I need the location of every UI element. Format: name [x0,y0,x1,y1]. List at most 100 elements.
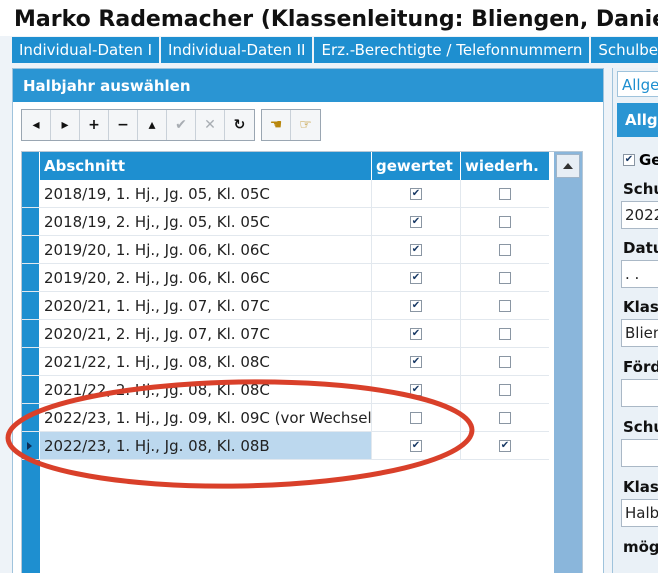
vertical-scrollbar[interactable] [554,152,582,573]
gewertet-checkbox[interactable] [410,327,422,340]
hand-right-icon: ☞ [299,117,312,133]
tab-individual-daten-2[interactable]: Individual-Daten II [161,37,313,63]
cell-wiederholt [461,432,549,459]
gewertet-checkbox[interactable] [623,154,635,166]
gewertet-checkbox[interactable] [410,187,422,200]
table-row[interactable]: 2018/19, 2. Hj., Jg. 05, Kl. 05C [22,208,549,236]
row-selector[interactable] [22,404,40,431]
row-selector[interactable] [22,376,40,403]
header-abschnitt[interactable]: Abschnitt [40,152,372,180]
klassenart-field[interactable]: Halb [621,499,658,527]
remove-button[interactable]: − [109,110,138,140]
cell-abschnitt: 2019/20, 2. Hj., Jg. 06, Kl. 06C [40,264,372,291]
table-row[interactable]: 2018/19, 1. Hj., Jg. 05, Kl. 05C [22,180,549,208]
gewertet-checkbox[interactable] [410,439,422,452]
cancel-button[interactable]: ✕ [196,110,225,140]
header-gewertet[interactable]: gewertet [372,152,461,180]
table-row[interactable]: 2019/20, 1. Hj., Jg. 06, Kl. 06C [22,236,549,264]
gewertet-checkbox[interactable] [410,299,422,312]
gewertet-checkbox[interactable] [410,411,422,424]
refresh-button[interactable]: ↻ [225,110,254,140]
wiederholt-checkbox[interactable] [499,299,511,312]
cell-gewertet [372,404,461,431]
cell-abschnitt: 2018/19, 2. Hj., Jg. 05, Kl. 05C [40,208,372,235]
klassenlehrer-field[interactable]: Blien [621,319,658,347]
halbjahr-grid: Abschnitt gewertet wiederh. 2018/19, 1. … [21,151,583,573]
prev-button[interactable]: ◂ [22,110,51,140]
hand-right-button[interactable]: ☞ [291,110,320,140]
tab-erziehungsberechtigte[interactable]: Erz.-Berechtigte / Telefonnummern [314,37,590,63]
row-selector[interactable] [22,208,40,235]
cell-abschnitt: 2018/19, 1. Hj., Jg. 05, Kl. 05C [40,180,372,207]
cell-gewertet [372,432,461,459]
cell-wiederholt [461,236,549,263]
hand-left-button[interactable]: ☚ [262,110,291,140]
cell-gewertet [372,264,461,291]
schuljahr-field[interactable]: 2022 [621,201,658,229]
gewertet-checkbox[interactable] [410,271,422,284]
row-selector[interactable] [22,348,40,375]
grid-header: Abschnitt gewertet wiederh. [22,152,549,180]
wiederholt-checkbox[interactable] [499,271,511,284]
cell-wiederholt [461,404,549,431]
gewertet-checkbox[interactable] [410,383,422,396]
cell-wiederholt [461,320,549,347]
wiederholt-checkbox[interactable] [499,215,511,228]
cell-gewertet [372,180,461,207]
wiederholt-checkbox[interactable] [499,243,511,256]
hand-left-icon: ☚ [269,117,283,133]
app-window: Marko Rademacher (Klassenleitung: Blieng… [0,0,658,573]
table-row[interactable]: 2021/22, 1. Hj., Jg. 08, Kl. 08C [22,348,549,376]
toolbar-nav-group: ◂ ▸ + − ▴ ✔ ✕ ↻ [21,109,255,141]
table-row[interactable]: 2020/21, 2. Hj., Jg. 07, Kl. 07C [22,320,549,348]
next-button[interactable]: ▸ [51,110,80,140]
confirm-button[interactable]: ✔ [167,110,196,140]
gewertet-checkbox[interactable] [410,355,422,368]
row-selector[interactable] [22,432,40,459]
cell-gewertet [372,348,461,375]
move-up-button[interactable]: ▴ [138,110,167,140]
wiederholt-checkbox[interactable] [499,187,511,200]
cell-gewertet [372,292,461,319]
datum-field[interactable]: . . [621,260,658,288]
gewertet-checkbox[interactable] [410,243,422,256]
row-selector[interactable] [22,180,40,207]
grid-rows: 2018/19, 1. Hj., Jg. 05, Kl. 05C2018/19,… [22,180,549,460]
tab-schulbesuch[interactable]: Schulbe [591,37,658,63]
toolbar-hand-group: ☚ ☞ [261,109,321,141]
cell-wiederholt [461,264,549,291]
wiederholt-checkbox[interactable] [499,411,511,424]
gewertet-checkbox[interactable] [410,215,422,228]
wiederholt-checkbox[interactable] [499,327,511,340]
table-row[interactable]: 2022/23, 1. Hj., Jg. 09, Kl. 09C (vor We… [22,404,549,432]
gewertet-checkbox-row[interactable]: Ge [623,151,658,169]
label-schuljahr: Schu [623,180,658,198]
row-selector[interactable] [22,292,40,319]
current-row-icon [27,442,32,450]
table-row[interactable]: 2020/21, 1. Hj., Jg. 07, Kl. 07C [22,292,549,320]
row-selector[interactable] [22,264,40,291]
row-selector[interactable] [22,236,40,263]
wiederholt-checkbox[interactable] [499,383,511,396]
foerderschwerpunkt-field[interactable] [621,379,658,407]
table-row[interactable]: 2019/20, 2. Hj., Jg. 06, Kl. 06C [22,264,549,292]
table-row[interactable]: 2021/22, 2. Hj., Jg. 08, Kl. 08C [22,376,549,404]
cell-abschnitt: 2021/22, 2. Hj., Jg. 08, Kl. 08C [40,376,372,403]
chevron-up-icon [563,163,573,169]
label-klassenlehrer: Klass [623,298,658,316]
wiederholt-checkbox[interactable] [499,355,511,368]
table-row[interactable]: 2022/23, 1. Hj., Jg. 08, Kl. 08B [22,432,549,460]
tab-allgemein[interactable]: Allge [617,71,658,97]
scroll-up-button[interactable] [556,154,580,178]
cancel-icon: ✕ [204,117,216,133]
label-klassenart: Klass [623,478,658,496]
wiederholt-checkbox[interactable] [499,439,511,452]
schulform-field[interactable] [621,439,658,467]
add-button[interactable]: + [80,110,109,140]
cell-wiederholt [461,208,549,235]
tab-individual-daten-1[interactable]: Individual-Daten I [12,37,160,63]
row-selector[interactable] [22,320,40,347]
header-wiederholt[interactable]: wiederh. [461,152,549,180]
tab-bar: Individual-Daten I Individual-Daten II E… [12,37,658,63]
gewertet-checkbox-label: Ge [639,151,658,169]
